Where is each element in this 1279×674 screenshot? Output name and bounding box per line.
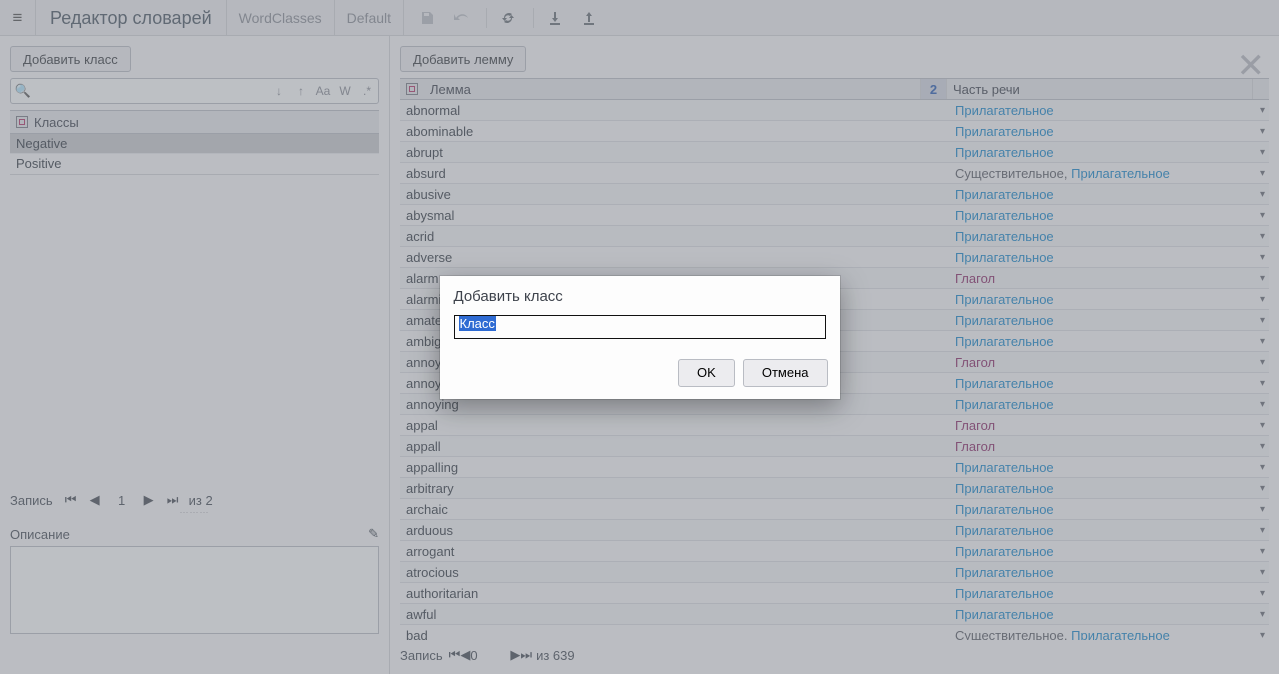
modal-title: Добавить класс — [440, 276, 840, 315]
add-class-modal: Добавить класс Класс OK Отмена — [440, 276, 840, 399]
ok-button[interactable]: OK — [678, 359, 735, 387]
cancel-button[interactable]: Отмена — [743, 359, 828, 387]
class-name-input[interactable]: Класс — [454, 315, 826, 339]
modal-overlay[interactable]: Добавить класс Класс OK Отмена — [0, 0, 1279, 674]
